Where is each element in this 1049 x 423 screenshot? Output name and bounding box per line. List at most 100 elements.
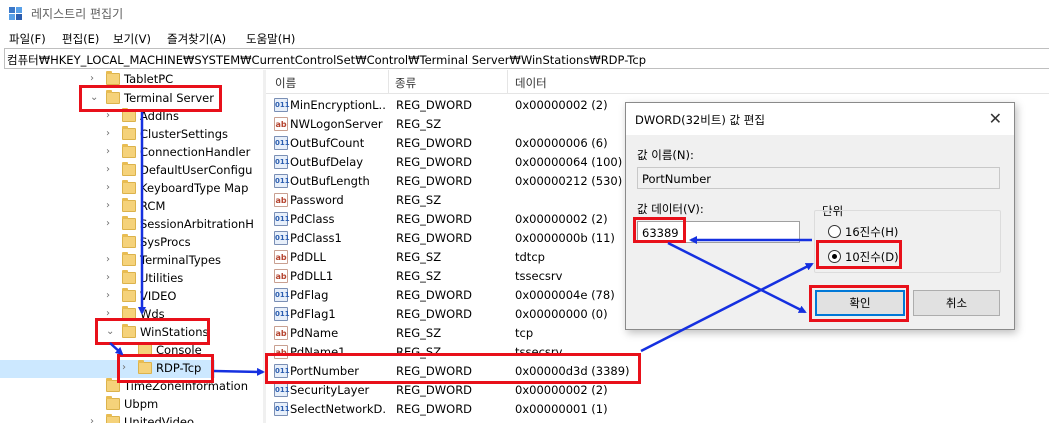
value-data-cell: 0x00000212 (530) — [515, 174, 623, 188]
chevron-right-icon[interactable]: › — [106, 146, 116, 158]
dec-radio[interactable] — [828, 250, 841, 263]
column-divider[interactable] — [388, 70, 389, 94]
chevron-down-icon[interactable]: ⌄ — [90, 92, 100, 104]
value-name-cell: PdDLL — [290, 250, 326, 264]
binary-value-icon: 011 — [274, 402, 290, 416]
value-data-cell: 0x0000000b (11) — [515, 231, 615, 245]
chevron-right-icon[interactable]: › — [106, 218, 116, 230]
value-data-cell: tdtcp — [515, 250, 545, 264]
chevron-right-icon[interactable]: › — [106, 290, 116, 302]
hex-radio-label[interactable]: 16진수(H) — [845, 224, 898, 240]
chevron-right-icon[interactable]: › — [106, 128, 116, 140]
binary-value-icon: 011 — [274, 307, 290, 321]
value-name-cell: PdFlag — [290, 288, 329, 302]
table-row[interactable]: 011 SelectNetworkD... REG_DWORD 0x00000001 … — [266, 400, 1049, 419]
folder-icon — [122, 216, 136, 230]
folder-icon — [106, 414, 120, 423]
column-header-data[interactable]: 데이터 — [515, 75, 547, 91]
binary-value-icon: 011 — [274, 98, 290, 112]
table-row[interactable]: ab PdName1 REG_SZ tssecsrv — [266, 343, 1049, 362]
folder-icon — [122, 306, 136, 320]
menu-edit[interactable]: 편집(E) — [62, 31, 99, 47]
chevron-right-icon[interactable]: › — [106, 110, 116, 122]
value-type-cell: REG_DWORD — [396, 231, 473, 245]
binary-value-icon: 011 — [274, 288, 290, 302]
string-value-icon: ab — [274, 117, 288, 131]
tree-item-rdp-tcp[interactable]: › RDP-Tcp — [0, 360, 215, 378]
value-name-cell: SelectNetworkD... — [290, 402, 386, 416]
chevron-right-icon[interactable]: › — [106, 254, 116, 266]
list-header: 이름 종류 데이터 — [266, 70, 1049, 94]
value-name-cell: PortNumber — [290, 364, 359, 378]
value-type-cell: REG_DWORD — [396, 98, 473, 112]
menu-help[interactable]: 도움말(H) — [246, 31, 295, 47]
chevron-right-icon[interactable]: › — [106, 272, 116, 284]
folder-icon — [122, 288, 136, 302]
menu-bar: 파일(F) 편집(E) 보기(V) 즐겨찾기(A) 도움말(H) — [0, 28, 1049, 48]
menu-view[interactable]: 보기(V) — [113, 31, 151, 47]
folder-icon — [122, 108, 136, 122]
tree-item-label: Utilities — [140, 271, 184, 285]
folder-icon — [106, 378, 120, 392]
chevron-right-icon[interactable]: › — [122, 362, 132, 374]
edit-dword-dialog: DWORD(32비트) 값 편집 ✕ 값 이름(N): PortNumber 값… — [625, 102, 1015, 330]
value-name-cell: PdFlag1 — [290, 307, 336, 321]
tree-item-label: RCM — [140, 199, 166, 213]
binary-value-icon: 011 — [274, 155, 290, 169]
column-header-type[interactable]: 종류 — [395, 75, 416, 91]
value-name-label: 값 이름(N): — [637, 148, 694, 162]
value-type-cell: REG_SZ — [396, 345, 442, 359]
table-row[interactable]: 011 PortNumber REG_DWORD 0x00000d3d (3389) — [266, 362, 1049, 381]
value-data-cell: tssecsrv — [515, 345, 563, 359]
chevron-right-icon[interactable]: › — [90, 416, 100, 423]
value-data-cell: 0x00000d3d (3389) — [515, 364, 630, 378]
value-type-cell: REG_DWORD — [396, 288, 473, 302]
tree-item-label: Ubpm — [124, 397, 159, 411]
value-name-cell: Password — [290, 193, 344, 207]
folder-icon — [106, 90, 120, 104]
column-header-name[interactable]: 이름 — [275, 75, 296, 91]
column-divider[interactable] — [507, 70, 508, 94]
value-name-cell: MinEncryptionL... — [290, 98, 386, 112]
cancel-button[interactable]: 취소 — [913, 290, 1000, 316]
folder-icon — [106, 396, 120, 410]
ok-button[interactable]: 확인 — [815, 290, 905, 316]
hex-radio[interactable] — [828, 225, 841, 238]
chevron-right-icon[interactable]: › — [106, 182, 116, 194]
value-data-cell: 0x00000002 (2) — [515, 383, 608, 397]
string-value-icon: ab — [274, 193, 288, 207]
value-name-cell: OutBufLength — [290, 174, 370, 188]
close-icon[interactable]: ✕ — [989, 109, 1002, 128]
table-row[interactable]: 011 SecurityLayer REG_DWORD 0x00000002 (2) — [266, 381, 1049, 400]
chevron-right-icon[interactable]: › — [106, 164, 116, 176]
tree-item-label: SysProcs — [140, 235, 191, 249]
value-name-cell: PdName1 — [290, 345, 346, 359]
folder-icon — [122, 324, 136, 338]
value-name-cell: NWLogonServer — [290, 117, 383, 131]
key-tree[interactable]: › TabletPC ⌄ Terminal Server › AddIns › … — [0, 70, 262, 423]
string-value-icon: ab — [274, 326, 288, 340]
folder-icon — [106, 71, 120, 85]
tree-item-label: VIDEO — [140, 289, 177, 303]
value-type-cell: REG_DWORD — [396, 155, 473, 169]
binary-value-icon: 011 — [274, 231, 290, 245]
tree-item-label: Terminal Server — [124, 91, 214, 105]
value-type-cell: REG_SZ — [396, 193, 442, 207]
chevron-right-icon[interactable]: › — [90, 73, 100, 85]
menu-favorites[interactable]: 즐겨찾기(A) — [167, 31, 226, 47]
value-data-cell: 0x00000064 (100) — [515, 155, 623, 169]
chevron-right-icon[interactable]: › — [106, 200, 116, 212]
menu-file[interactable]: 파일(F) — [9, 31, 46, 47]
value-data-cell: tcp — [515, 326, 534, 340]
chevron-down-icon[interactable]: ⌄ — [106, 326, 116, 338]
tree-item-label: WinStations — [140, 325, 209, 339]
window-title: 레지스트리 편집기 — [31, 7, 124, 21]
chevron-right-icon[interactable]: › — [106, 308, 116, 320]
address-bar[interactable]: 컴퓨터₩HKEY_LOCAL_MACHINE₩SYSTEM₩CurrentCon… — [4, 48, 1049, 69]
dec-radio-label[interactable]: 10진수(D) — [845, 249, 899, 265]
value-data-input[interactable]: 63389 — [637, 221, 800, 243]
folder-icon — [122, 180, 136, 194]
folder-icon — [122, 126, 136, 140]
value-data-cell: 0x00000000 (0) — [515, 307, 608, 321]
tree-item-label: TerminalTypes — [140, 253, 222, 267]
